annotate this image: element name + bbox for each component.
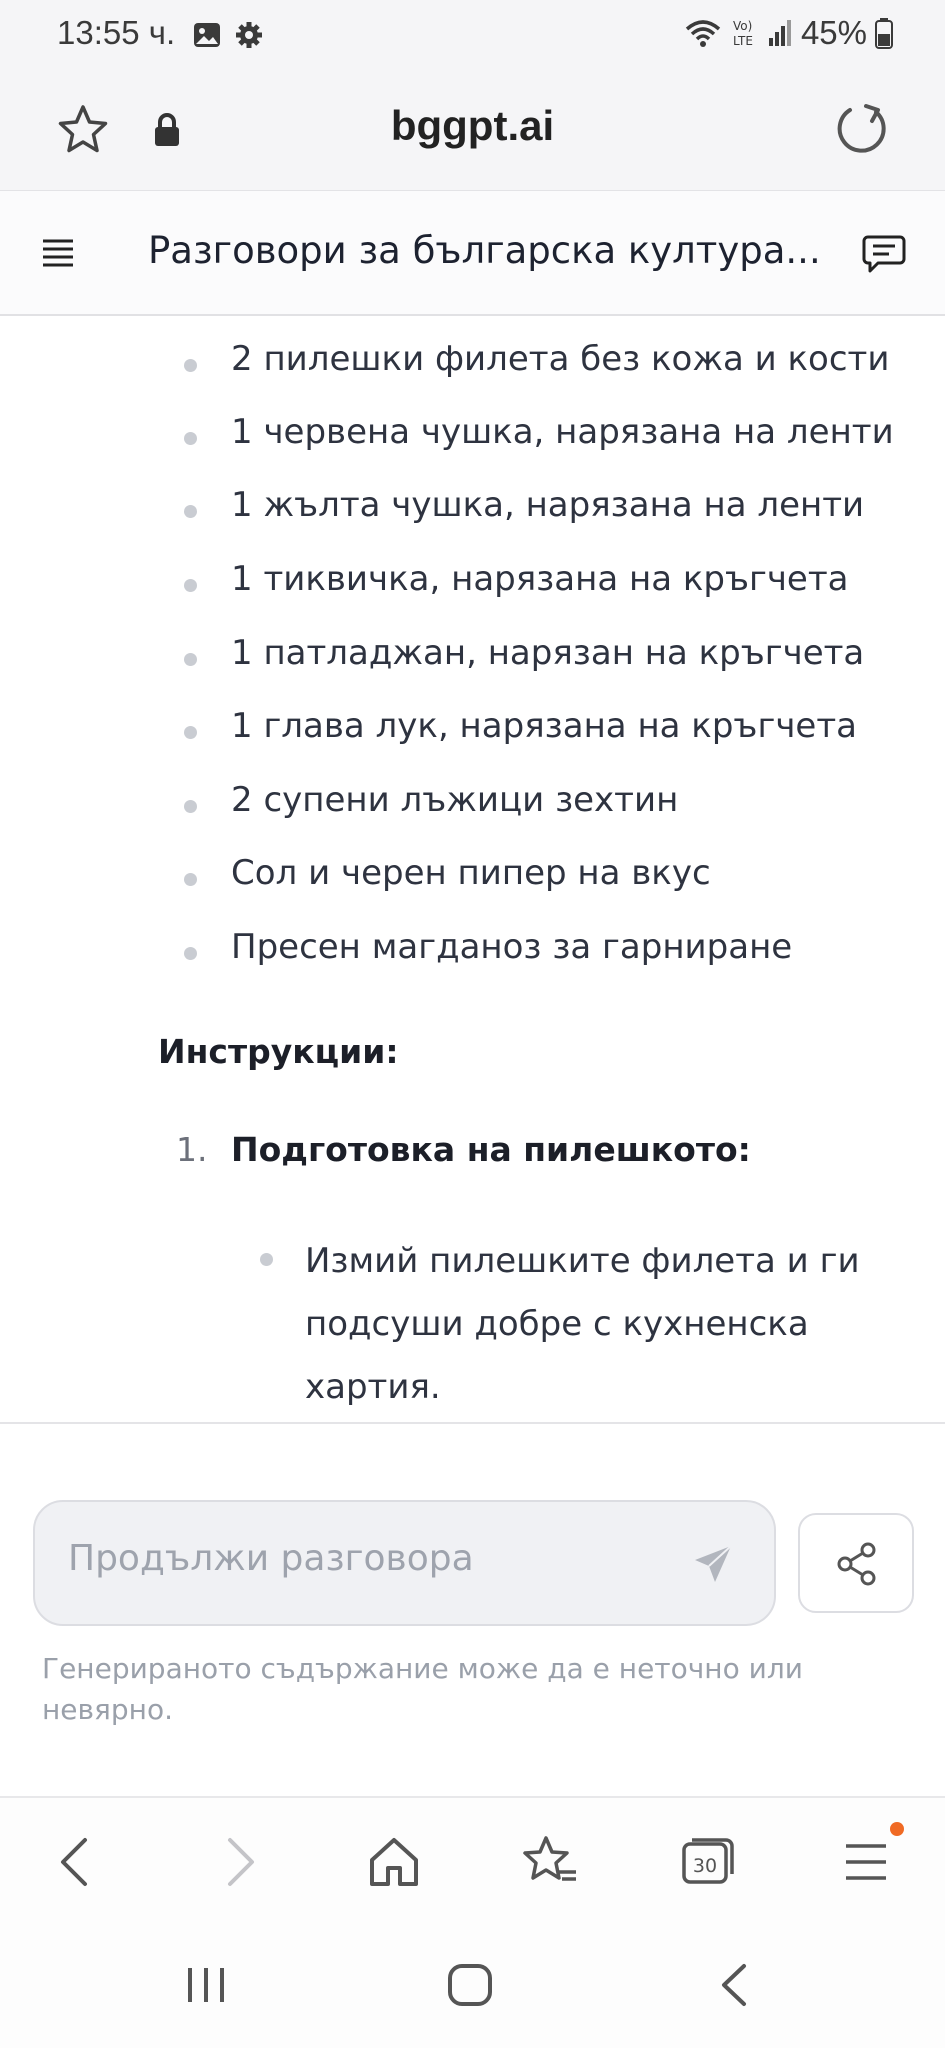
divider — [0, 1422, 945, 1424]
status-bar: 13:55 ч. Vo) LTE 45% — [0, 0, 945, 72]
notification-dot — [890, 1822, 904, 1836]
bullet-icon — [184, 653, 197, 666]
home-system-icon[interactable] — [445, 1960, 495, 2010]
battery-icon — [875, 18, 893, 49]
top-chrome: 13:55 ч. Vo) LTE 45% bggpt.ai — [0, 0, 945, 190]
home-icon[interactable] — [364, 1832, 424, 1892]
bullet-icon — [184, 359, 197, 372]
menu-more-icon[interactable] — [836, 1832, 896, 1892]
svg-text:LTE: LTE — [733, 34, 753, 48]
bullet-icon — [184, 505, 197, 518]
share-button[interactable] — [798, 1513, 914, 1613]
bullet-icon — [260, 1253, 273, 1266]
battery-percent: 45% — [800, 14, 867, 51]
ingredient-text: 1 жълта чушка, нарязана на ленти — [231, 485, 865, 525]
list-item: 1 тиквичка, нарязана на кръгчета — [0, 552, 945, 612]
instructions-heading: Инструкции: — [158, 1032, 399, 1071]
step-detail: Измий пилешките филета и ги подсуши добр… — [305, 1241, 860, 1407]
ingredient-text: 1 глава лук, нарязана на кръгчета — [231, 706, 857, 746]
system-nav-bar — [0, 1920, 945, 2048]
ingredient-text: 2 супени лъжици зехтин — [231, 780, 679, 820]
list-item: Сол и черен пипер на вкус — [0, 846, 945, 906]
url-text[interactable]: bggpt.ai — [0, 102, 945, 150]
bullet-icon — [184, 726, 197, 739]
browser-toolbar: 30 — [0, 1796, 945, 1920]
forward-icon[interactable] — [208, 1832, 268, 1892]
wifi-icon — [685, 20, 721, 47]
app-header: Разговори за българска култура... — [0, 190, 945, 316]
new-chat-icon[interactable] — [862, 233, 906, 275]
reload-icon[interactable] — [832, 100, 892, 160]
chat-content: 2 пилешки филета без кожа и кости 1 черв… — [0, 318, 945, 1422]
status-left-icons — [192, 20, 264, 50]
status-time: 13:55 ч. — [57, 14, 176, 51]
ingredient-text: Пресен магданоз за гарниране — [231, 927, 793, 967]
list-item: 1 патладжан, нарязан на кръгчета — [0, 626, 945, 686]
bullet-icon — [184, 579, 197, 592]
browser-url-bar: bggpt.ai — [0, 72, 945, 190]
bullet-icon — [184, 873, 197, 886]
list-item: 2 супени лъжици зехтин — [0, 773, 945, 833]
svg-text:Vo): Vo) — [733, 19, 752, 33]
signal-icon — [768, 20, 791, 46]
settings-icon — [236, 22, 262, 48]
bullet-icon — [184, 947, 197, 960]
volte-icon: Vo) LTE — [733, 19, 753, 48]
back-system-icon[interactable] — [710, 1960, 760, 2010]
status-right-icons: Vo) LTE 45% — [683, 14, 893, 52]
conversation-title: Разговори за българска култура... — [148, 229, 821, 272]
list-item: 2 пилешки филета без кожа и кости — [0, 332, 945, 392]
send-icon[interactable] — [691, 1542, 735, 1586]
bullet-icon — [184, 800, 197, 813]
menu-icon[interactable] — [40, 235, 76, 271]
bullet-icon — [184, 432, 197, 445]
ingredient-text: 2 пилешки филета без кожа и кости — [231, 339, 890, 379]
step-title: Подготовка на пилешкото: — [231, 1130, 751, 1169]
list-item: 1 червена чушка, нарязана на ленти — [0, 405, 945, 465]
disclaimer-text: Генерираното съдържание може да е неточн… — [42, 1652, 803, 1726]
bookmarks-icon[interactable] — [520, 1832, 580, 1892]
gallery-icon — [194, 23, 220, 47]
input-placeholder: Продължи разговора — [68, 1538, 474, 1579]
ingredient-text: 1 тиквичка, нарязана на кръгчета — [231, 559, 849, 599]
message-input[interactable]: Продължи разговора — [33, 1500, 776, 1626]
back-icon[interactable] — [47, 1832, 107, 1892]
ingredient-text: 1 патладжан, нарязан на кръгчета — [231, 633, 865, 673]
share-icon — [837, 1542, 876, 1586]
tabs-count: 30 — [693, 1855, 717, 1877]
ingredient-text: 1 червена чушка, нарязана на ленти — [231, 412, 894, 452]
recent-apps-icon[interactable] — [181, 1960, 231, 2010]
list-item: 1 жълта чушка, нарязана на ленти — [0, 478, 945, 538]
tabs-icon[interactable]: 30 — [678, 1832, 738, 1892]
list-item: 1 глава лук, нарязана на кръгчета — [0, 699, 945, 759]
list-item: Пресен магданоз за гарниране — [0, 920, 945, 980]
ingredient-text: Сол и черен пипер на вкус — [231, 853, 711, 893]
step-number: 1. — [176, 1130, 208, 1169]
